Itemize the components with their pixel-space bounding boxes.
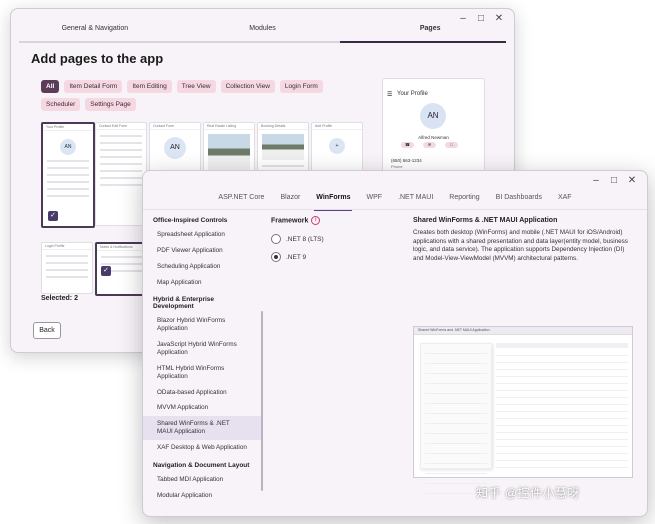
step-progress bbox=[19, 41, 506, 43]
filter-login-form[interactable]: Login Form bbox=[279, 80, 323, 93]
checkmark-icon: ✓ bbox=[48, 211, 58, 221]
framework-option-net8[interactable]: .NET 8 (LTS) bbox=[271, 234, 324, 244]
list-item[interactable]: OData-based Application bbox=[143, 385, 261, 401]
profile-title: Your Profile bbox=[397, 91, 428, 97]
profile-phone-label: Phone bbox=[391, 164, 403, 169]
template-list: Office-Inspired Controls Spreadsheet App… bbox=[143, 211, 261, 516]
tab-blazor[interactable]: Blazor bbox=[272, 192, 308, 208]
profile-preview: ☰ Your Profile AN Alfred Newman ☎ ✉ □ (6… bbox=[382, 78, 485, 178]
tab-xaf[interactable]: XAF bbox=[550, 192, 580, 208]
close-icon[interactable]: ✕ bbox=[490, 12, 508, 26]
list-item[interactable]: MVVM Application bbox=[143, 400, 261, 416]
filter-item-editing[interactable]: Item Editing bbox=[127, 80, 172, 93]
list-item[interactable]: Map Application bbox=[143, 275, 261, 291]
radio-button[interactable] bbox=[271, 234, 281, 244]
list-item-selected[interactable]: Shared WinForms & .NET MAUI Application bbox=[143, 416, 261, 441]
template-gallery-window: – □ ✕ ASP.NET Core Blazor WinForms WPF .… bbox=[142, 170, 648, 517]
page-title: Add pages to the app bbox=[31, 51, 164, 66]
back-button[interactable]: Back bbox=[33, 322, 61, 339]
template-title: Contact Form bbox=[150, 123, 200, 130]
list-item[interactable]: HTML Hybrid WinForms Application bbox=[143, 361, 261, 385]
framework-label: Framework i bbox=[271, 216, 321, 225]
step-modules[interactable]: Modules bbox=[179, 25, 347, 41]
selected-count: Selected: 2 bbox=[41, 295, 78, 302]
platform-tabs: ASP.NET Core Blazor WinForms WPF .NET MA… bbox=[143, 192, 647, 211]
list-item[interactable]: Modular Application bbox=[143, 488, 261, 504]
tab-bi-dashboards[interactable]: BI Dashboards bbox=[488, 192, 550, 208]
phone-icon[interactable]: ☎ bbox=[401, 142, 414, 148]
list-scrollbar[interactable] bbox=[261, 311, 263, 491]
framework-option-net9[interactable]: .NET 9 bbox=[271, 252, 306, 262]
chat-icon[interactable]: □ bbox=[445, 142, 458, 148]
category-header: Hybrid & Enterprise Development bbox=[153, 296, 215, 311]
template-title: Your Profile bbox=[43, 124, 93, 131]
maximize-icon[interactable]: □ bbox=[472, 12, 490, 26]
house-photo bbox=[262, 134, 304, 160]
avatar: AN bbox=[420, 103, 446, 129]
window-controls: – □ ✕ bbox=[587, 174, 641, 188]
tab-net-maui[interactable]: .NET MAUI bbox=[390, 192, 441, 208]
filter-all[interactable]: All bbox=[41, 80, 60, 93]
profile-name: Alfred Newman bbox=[418, 135, 449, 140]
list-item[interactable]: JavaScript Hybrid WinForms Application bbox=[143, 337, 261, 361]
template-description-title: Shared WinForms & .NET MAUI Application bbox=[413, 217, 558, 224]
close-icon[interactable]: ✕ bbox=[623, 174, 641, 188]
list-item[interactable]: Blazor Hybrid WinForms Application bbox=[143, 313, 261, 337]
step-pages[interactable]: Pages bbox=[346, 25, 514, 41]
template-your-profile[interactable]: Your Profile AN ✓ bbox=[41, 122, 95, 228]
info-icon[interactable]: i bbox=[311, 216, 321, 225]
filter-tree-view[interactable]: Tree View bbox=[176, 80, 216, 93]
template-preview-image: Shared WinForms and .NET MAUI Applicatio… bbox=[413, 326, 633, 494]
avatar: AN bbox=[60, 139, 76, 155]
list-item[interactable]: Scheduling Application bbox=[143, 259, 261, 275]
avatar: AN bbox=[164, 137, 186, 159]
checkmark-icon: ✓ bbox=[101, 266, 111, 276]
list-item[interactable]: Tabbed MDI Application bbox=[143, 472, 261, 488]
minimize-icon[interactable]: – bbox=[454, 12, 472, 26]
profile-phone: (650) 563-1234 bbox=[391, 158, 422, 163]
window-controls: – □ ✕ bbox=[454, 12, 508, 26]
template-description-text: Creates both desktop (WinForms) and mobi… bbox=[413, 229, 628, 262]
tab-wpf[interactable]: WPF bbox=[358, 192, 390, 208]
template-contact-edit-form[interactable]: Contact Edit Form bbox=[95, 122, 147, 226]
mail-icon[interactable]: ✉ bbox=[423, 142, 436, 148]
template-title: Login Profile bbox=[42, 243, 92, 250]
page-filter-chips: All Item Detail Form Item Editing Tree V… bbox=[41, 80, 361, 111]
menu-icon[interactable]: ☰ bbox=[387, 91, 392, 98]
radio-button-checked[interactable] bbox=[271, 252, 281, 262]
template-notes-notifications[interactable]: Notes & Notifications ✓ bbox=[95, 242, 149, 296]
add-user-icon: + bbox=[329, 138, 345, 154]
filter-settings-page[interactable]: Settings Page bbox=[85, 98, 136, 111]
list-item[interactable]: Spreadsheet Application bbox=[143, 227, 261, 243]
template-title: Booking Details bbox=[258, 123, 308, 130]
filter-item-detail-form[interactable]: Item Detail Form bbox=[64, 80, 123, 93]
category-header: Navigation & Document Layout bbox=[153, 461, 250, 469]
wizard-steps: General & Navigation Modules Pages bbox=[11, 25, 514, 41]
tab-winforms[interactable]: WinForms bbox=[308, 192, 358, 211]
filter-scheduler[interactable]: Scheduler bbox=[41, 98, 81, 111]
watermark: 知乎 @控件小慧呀 bbox=[476, 486, 581, 500]
template-title: Real Estate Listing bbox=[204, 123, 254, 130]
house-photo bbox=[208, 134, 250, 170]
preview-title: Shared WinForms and .NET MAUI Applicatio… bbox=[414, 327, 632, 335]
template-title: Contact Edit Form bbox=[96, 123, 146, 130]
template-title: Notes & Notifications bbox=[97, 244, 147, 251]
maximize-icon[interactable]: □ bbox=[605, 174, 623, 188]
list-item[interactable]: XAF Desktop & Web Application bbox=[143, 440, 261, 456]
template-title: Add Profile bbox=[312, 123, 362, 130]
list-item[interactable]: PDF Viewer Application bbox=[143, 243, 261, 259]
profile-actions: ☎ ✉ □ bbox=[401, 142, 458, 148]
category-header: Office-Inspired Controls bbox=[153, 217, 228, 224]
step-general-navigation[interactable]: General & Navigation bbox=[11, 25, 179, 41]
filter-collection-view[interactable]: Collection View bbox=[220, 80, 275, 93]
template-login-profile[interactable]: Login Profile bbox=[41, 242, 93, 294]
tab-aspnet-core[interactable]: ASP.NET Core bbox=[210, 192, 272, 208]
minimize-icon[interactable]: – bbox=[587, 174, 605, 188]
tab-reporting[interactable]: Reporting bbox=[441, 192, 487, 208]
